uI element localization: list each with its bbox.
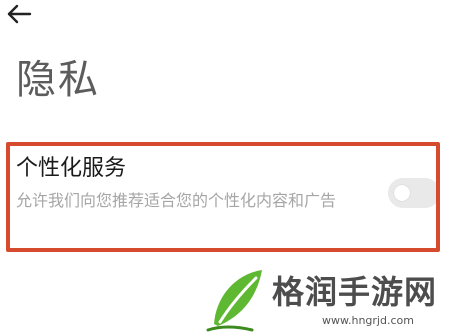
privacy-settings-screen: 隐私 个性化服务 允许我们向您推荐适合您的个性化内容和广告 格润手游网 www.…: [0, 0, 451, 334]
leaf-logo-icon: [206, 270, 262, 332]
watermark-text: 格润手游网: [272, 273, 438, 311]
site-watermark: 格润手游网 www.hngrjd.com: [206, 266, 451, 334]
page-title: 隐私: [16, 57, 100, 103]
arrow-left-icon: [7, 4, 32, 24]
back-button[interactable]: [4, 2, 34, 28]
watermark-url: www.hngrjd.com: [322, 314, 414, 327]
highlight-annotation-box: [6, 142, 440, 252]
